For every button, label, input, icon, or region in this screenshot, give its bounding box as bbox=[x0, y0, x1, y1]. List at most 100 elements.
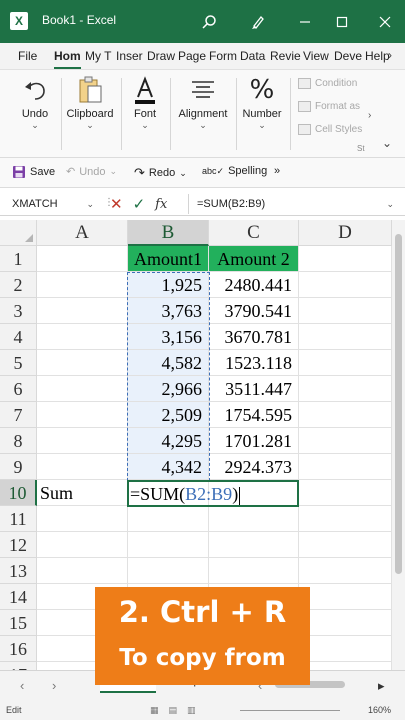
cell-c5[interactable]: 1523.118 bbox=[209, 350, 299, 376]
cell-d4[interactable] bbox=[299, 324, 392, 350]
cell-a2[interactable] bbox=[37, 272, 128, 298]
row-header-3[interactable]: 3 bbox=[0, 298, 37, 324]
cell-d3[interactable] bbox=[299, 298, 392, 324]
cell-b13[interactable] bbox=[128, 558, 209, 584]
cell-a3[interactable] bbox=[37, 298, 128, 324]
cell-d7[interactable] bbox=[299, 402, 392, 428]
cell-a12[interactable] bbox=[37, 532, 128, 558]
font-button[interactable]: Font ⌄ bbox=[124, 72, 166, 131]
cell-d12[interactable] bbox=[299, 532, 392, 558]
ribbon-scroll-right-icon[interactable]: › bbox=[368, 110, 371, 121]
vertical-scrollbar[interactable] bbox=[392, 220, 405, 670]
tab-view[interactable]: View bbox=[303, 49, 329, 63]
sheet-prev-icon[interactable]: ‹ bbox=[20, 678, 24, 693]
cell-d10[interactable] bbox=[299, 480, 392, 506]
cell-a1[interactable] bbox=[37, 246, 128, 272]
cell-d2[interactable] bbox=[299, 272, 392, 298]
cell-c12[interactable] bbox=[209, 532, 299, 558]
cell-c3[interactable]: 3790.541 bbox=[209, 298, 299, 324]
row-header-14[interactable]: 14 bbox=[0, 584, 37, 610]
alignment-button[interactable]: Alignment ⌄ bbox=[174, 72, 232, 131]
chevron-down-icon[interactable]: ⌄ bbox=[86, 194, 94, 214]
format-as-table-button[interactable]: Format as bbox=[298, 101, 360, 112]
row-header-4[interactable]: 4 bbox=[0, 324, 37, 350]
hscroll-right-icon[interactable]: ▸ bbox=[378, 678, 385, 694]
cell-d16[interactable] bbox=[299, 636, 392, 662]
tab-help[interactable]: Help bbox=[365, 49, 390, 63]
tab-insert[interactable]: Inser bbox=[116, 49, 143, 63]
cell-d13[interactable] bbox=[299, 558, 392, 584]
cell-b1[interactable]: Amount1 bbox=[128, 246, 209, 272]
page-break-view-icon[interactable]: ▥ bbox=[187, 705, 196, 716]
tab-page-layout[interactable]: Page bbox=[178, 49, 206, 63]
tab-draw[interactable]: Draw bbox=[147, 49, 175, 63]
zoom-level[interactable]: 160% bbox=[368, 705, 391, 715]
cell-a11[interactable] bbox=[37, 506, 128, 532]
cell-b8[interactable]: 4,295 bbox=[128, 428, 209, 454]
cell-d6[interactable] bbox=[299, 376, 392, 402]
cell-b12[interactable] bbox=[128, 532, 209, 558]
row-header-10[interactable]: 10 bbox=[0, 480, 37, 506]
select-all-corner[interactable] bbox=[0, 220, 37, 246]
cell-c6[interactable]: 3511.447 bbox=[209, 376, 299, 402]
spelling-button[interactable]: abc✓ Spelling bbox=[202, 165, 267, 177]
cell-b11[interactable] bbox=[128, 506, 209, 532]
qat-undo-button[interactable]: ↶ Undo ⌄ bbox=[66, 165, 117, 179]
tab-data[interactable]: Data bbox=[240, 49, 265, 63]
minimize-icon[interactable] bbox=[292, 9, 318, 35]
chevron-down-icon[interactable]: ⌄ bbox=[124, 120, 166, 131]
formula-input[interactable]: =SUM(B2:B9) ⌄ bbox=[188, 194, 398, 214]
undo-button[interactable]: Undo ⌄ bbox=[14, 72, 56, 131]
tab-review[interactable]: Revie bbox=[270, 49, 301, 63]
row-header-9[interactable]: 9 bbox=[0, 454, 37, 480]
save-button[interactable]: Save bbox=[12, 165, 55, 179]
zoom-slider[interactable] bbox=[240, 710, 340, 711]
brush-icon[interactable] bbox=[245, 9, 271, 35]
row-header-16[interactable]: 16 bbox=[0, 636, 37, 662]
row-header-11[interactable]: 11 bbox=[0, 506, 37, 532]
cell-d1[interactable] bbox=[299, 246, 392, 272]
chevron-down-icon[interactable]: ⌄ bbox=[14, 120, 56, 131]
cell-d5[interactable] bbox=[299, 350, 392, 376]
cell-c8[interactable]: 1701.281 bbox=[209, 428, 299, 454]
tab-developer[interactable]: Deve bbox=[334, 49, 362, 63]
cell-a9[interactable] bbox=[37, 454, 128, 480]
cell-a8[interactable] bbox=[37, 428, 128, 454]
cell-c13[interactable] bbox=[209, 558, 299, 584]
row-header-6[interactable]: 6 bbox=[0, 376, 37, 402]
row-header-12[interactable]: 12 bbox=[0, 532, 37, 558]
row-header-1[interactable]: 1 bbox=[0, 246, 37, 272]
cell-b7[interactable]: 2,509 bbox=[128, 402, 209, 428]
normal-view-icon[interactable]: ▦ bbox=[150, 705, 159, 716]
maximize-icon[interactable] bbox=[329, 9, 355, 35]
expand-formula-icon[interactable]: ⌄ bbox=[386, 194, 394, 214]
sheet-next-icon[interactable]: › bbox=[52, 678, 56, 693]
tab-my-tools[interactable]: My T bbox=[85, 49, 111, 63]
cell-b10-formula[interactable]: =SUM(B2:B9) bbox=[130, 481, 241, 507]
column-header-a[interactable]: A bbox=[37, 220, 128, 246]
tab-file[interactable]: File bbox=[18, 49, 37, 63]
close-icon[interactable] bbox=[372, 9, 398, 35]
cell-c9[interactable]: 2924.373 bbox=[209, 454, 299, 480]
more-commands-button[interactable]: » bbox=[274, 165, 280, 177]
cell-b4[interactable]: 3,156 bbox=[128, 324, 209, 350]
cell-d17[interactable] bbox=[299, 662, 392, 670]
row-header-13[interactable]: 13 bbox=[0, 558, 37, 584]
redo-button[interactable]: ↷ Redo ⌄ bbox=[134, 165, 187, 181]
cell-c4[interactable]: 3670.781 bbox=[209, 324, 299, 350]
cell-b3[interactable]: 3,763 bbox=[128, 298, 209, 324]
chevron-down-icon[interactable]: ⌄ bbox=[174, 120, 232, 131]
clipboard-button[interactable]: Clipboard ⌄ bbox=[63, 72, 117, 131]
row-header-8[interactable]: 8 bbox=[0, 428, 37, 454]
chevron-down-icon[interactable]: ⌄ bbox=[238, 120, 286, 131]
cell-d11[interactable] bbox=[299, 506, 392, 532]
cell-a7[interactable] bbox=[37, 402, 128, 428]
cell-a6[interactable] bbox=[37, 376, 128, 402]
cell-a10[interactable]: Sum bbox=[37, 480, 128, 506]
row-header-5[interactable]: 5 bbox=[0, 350, 37, 376]
tab-formulas[interactable]: Form bbox=[209, 49, 237, 63]
cell-b5[interactable]: 4,582 bbox=[128, 350, 209, 376]
row-header-15[interactable]: 15 bbox=[0, 610, 37, 636]
tabs-scroll-right-icon[interactable]: › bbox=[388, 48, 392, 62]
cell-d8[interactable] bbox=[299, 428, 392, 454]
